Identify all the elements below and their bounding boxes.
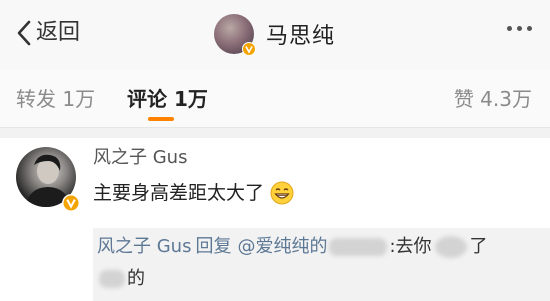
commenter-avatar[interactable] (16, 147, 80, 212)
more-dot (507, 26, 512, 31)
reply-line: 的 (99, 266, 145, 292)
back-button[interactable]: 返回 (16, 16, 80, 50)
section-divider (0, 128, 550, 138)
redacted-blur (434, 236, 467, 258)
page-title: 马思纯 (266, 24, 336, 49)
more-dot (527, 26, 532, 31)
comment-text: 主要身高差距太大了 (93, 180, 294, 206)
verified-badge-icon (242, 42, 256, 56)
more-dot (517, 26, 522, 31)
reply-line: 风之子 Gus 回复 @爱纯纯的 :去你 了 (97, 234, 488, 260)
verified-badge-icon (62, 194, 80, 212)
more-options-icon[interactable] (507, 26, 532, 31)
chevron-left-icon (17, 20, 31, 46)
tab-likes[interactable]: 赞 4.3万 (454, 86, 532, 112)
profile-header[interactable]: 马思纯 (214, 12, 335, 56)
redacted-blur (99, 270, 125, 288)
comment-body: 主要身高差距太大了 (93, 182, 265, 204)
back-label: 返回 (36, 20, 81, 45)
reply-text-part3: 的 (127, 268, 145, 289)
tab-bar: 转发 1万 评论 1万 赞 4.3万 (0, 70, 550, 128)
tab-repost[interactable]: 转发 1万 (16, 86, 95, 112)
commenter-name[interactable]: 风之子 Gus (93, 146, 187, 170)
comment-item: 风之子 Gus 主要身高差距太大了 风之子 Gus 回复 @爱纯纯的 :去你 了… (0, 138, 550, 301)
reply-author[interactable]: 风之子 Gus (97, 234, 191, 260)
redacted-blur (329, 238, 388, 256)
grinning-emoji-icon (270, 181, 294, 205)
reply-text-part1: :去你 (389, 236, 432, 257)
active-tab-indicator (148, 117, 174, 121)
reply-text-part2: 了 (469, 236, 488, 257)
top-nav-bar: 返回 马思纯 (0, 0, 550, 70)
reply-mention[interactable]: @爱纯纯的 (237, 234, 327, 260)
reply-box[interactable]: 风之子 Gus 回复 @爱纯纯的 :去你 了 的 (93, 228, 550, 301)
tab-comments[interactable]: 评论 1万 (127, 86, 208, 112)
reply-verb: 回复 (195, 236, 232, 257)
avatar[interactable] (214, 14, 256, 56)
